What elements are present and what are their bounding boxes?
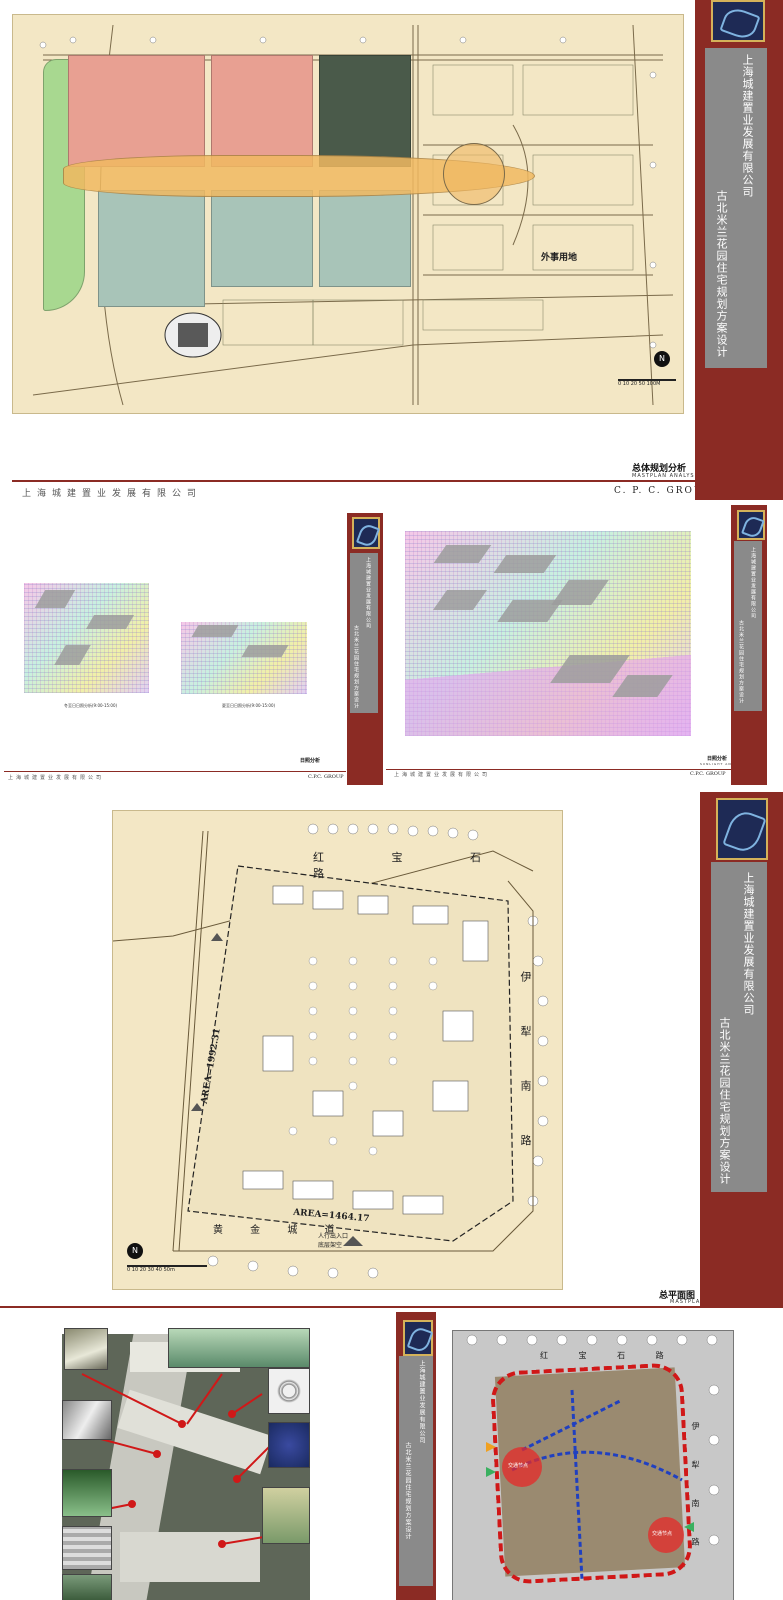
board2-right-footer-line [386, 769, 731, 770]
plot-caption-winter: 冬至日日照分析(9:00-15:00) [64, 703, 118, 708]
board-mastplan: 红 宝 石 路 伊 犁 南 路 黄 金 城 道 AREA=1992.31 ARE… [0, 792, 783, 1310]
board1-footer-company: 上海城建置业发展有限公司 [22, 489, 203, 499]
zone-red-mid [211, 55, 313, 167]
board2-right-company-vertical: 上海城建置业发展有限公司 [750, 547, 756, 619]
company-logo-icon [403, 1320, 433, 1356]
traffic-node-left-label: 交通节点 [508, 1463, 529, 1469]
road-label-right: 伊 犁 南 路 [519, 971, 532, 1166]
traffic-road-top: 红 宝 石 路 [540, 1351, 678, 1360]
shadow-block [85, 615, 135, 629]
entrance-label: 人行出入口 底层架空 [318, 1233, 349, 1249]
board2-right-project-vertical: 古北米兰花园住宅规划方案设计 [738, 620, 744, 704]
board2-right-title: 日照分析 [707, 756, 728, 762]
axis-roundabout [443, 143, 505, 205]
mastplan-analysis-drawing: 外事用地 N 0 10 20 50 100M [12, 14, 684, 414]
board-landscape-traffic: 上海城建置业发展有限公司 古北米兰花园住宅规划方案设计 交通节点 交通节点 红 … [0, 1312, 783, 1600]
photo-hedge [62, 1469, 112, 1517]
board2-left-footer-line [4, 771, 346, 772]
photo-wall-feature [62, 1400, 112, 1440]
photo-tree-row [168, 1328, 310, 1368]
zone-site-highlight [319, 55, 411, 167]
board4-company-vertical: 上海城建置业发展有限公司 [418, 1360, 425, 1444]
traffic-road-right: 伊 犁 南 路 [691, 1422, 700, 1560]
zone-green-east [319, 190, 411, 287]
board2-left-footer-brand: C.P.C. GROUP [308, 774, 344, 780]
zone-red-west [68, 55, 205, 167]
board1-footer-line [12, 480, 695, 482]
mastplan-drawing: 红 宝 石 路 伊 犁 南 路 黄 金 城 道 AREA=1992.31 ARE… [112, 810, 563, 1290]
board3-project-vertical: 古北米兰花园住宅规划方案设计 [718, 1017, 731, 1185]
photo-stair [62, 1526, 112, 1570]
board3-footer-line [0, 1306, 783, 1308]
board2-left-title: 日照分析 [300, 758, 321, 764]
photo-path [62, 1574, 112, 1600]
shadow-block [191, 625, 239, 637]
photo-trees [262, 1487, 310, 1544]
traffic-node-right-label: 交通节点 [652, 1531, 673, 1537]
entry-arrow-icon [486, 1467, 496, 1477]
board2-right-footer-brand: C.P.C. GROUP [690, 771, 726, 777]
photo-mosaic [268, 1422, 310, 1468]
company-logo-icon [716, 798, 768, 860]
scale-bar: 0 10 20 30 40 50m [127, 1265, 207, 1273]
board3-company-vertical: 上海城建置业发展有限公司 [742, 872, 755, 1016]
company-logo-icon [737, 510, 765, 540]
board1-project-vertical: 古北米兰花园住宅规划方案设计 [715, 190, 728, 358]
board1-company-vertical: 上海城建置业发展有限公司 [741, 54, 754, 198]
photo-spiral-sculpture [268, 1368, 310, 1414]
board-mastplan-analysis: 外事用地 N 0 10 20 50 100M 总体规划分析 MASTPLAN A… [0, 0, 783, 500]
north-arrow-icon: N [127, 1243, 143, 1259]
shadow-block [241, 645, 289, 657]
entry-arrow-icon [486, 1442, 496, 1452]
scale-bar: 0 10 20 50 100M [618, 379, 676, 387]
board4-project-vertical: 古北米兰花园住宅规划方案设计 [404, 1442, 411, 1540]
board2-left-footer-company: 上海城建置业发展有限公司 [8, 775, 105, 781]
road-label-top: 红 宝 石 路 [313, 851, 513, 880]
label-foreign-land: 外事用地 [541, 253, 578, 263]
zone-green-mid [211, 190, 313, 287]
board1-subtitle: MASTPLAN ANALYSIS [632, 473, 702, 479]
entry-arrow-icon [684, 1522, 694, 1532]
board2-right-footer-company: 上海城建置业发展有限公司 [394, 772, 491, 778]
board2-left-company-vertical: 上海城建置业发展有限公司 [365, 557, 371, 629]
plot-caption-summer: 夏至日日照分析(9:00-15:00) [222, 703, 276, 708]
company-logo-icon [352, 517, 380, 549]
photo-pavement [64, 1328, 108, 1370]
board2-left-project-vertical: 古北米兰花园住宅规划方案设计 [353, 625, 359, 709]
company-logo-icon [711, 0, 765, 42]
board-sunlight-analysis: 冬至日日照分析(9:00-15:00) 夏至日日照分析(9:00-15:00) … [0, 505, 783, 790]
north-arrow-icon: N [654, 351, 670, 367]
zone-green-west [98, 190, 205, 307]
